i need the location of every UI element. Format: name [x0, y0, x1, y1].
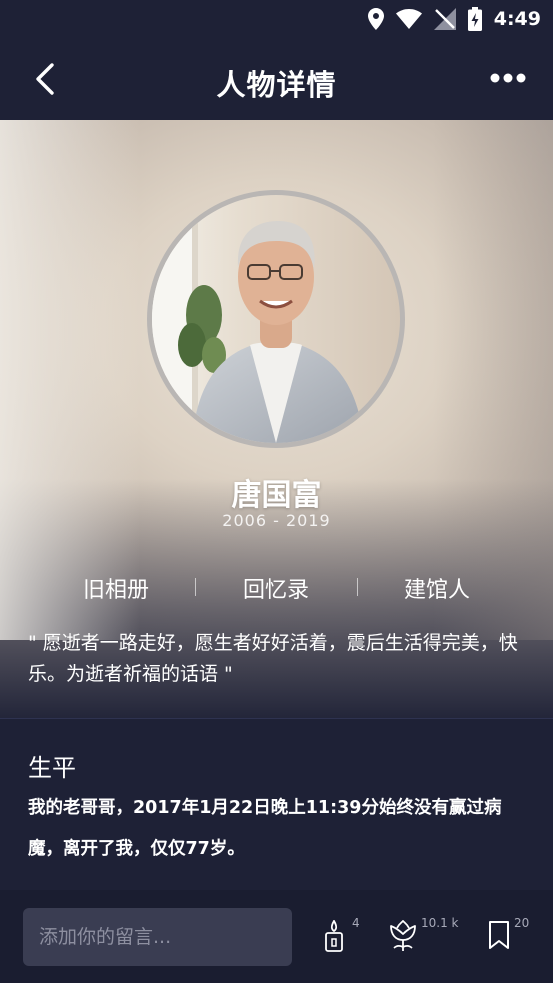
flower-icon — [390, 920, 416, 951]
tab-divider — [195, 578, 196, 596]
section-divider — [0, 718, 553, 719]
wifi-icon — [395, 9, 422, 29]
flower-count: 10.1 k — [421, 916, 459, 930]
flower-button[interactable]: 10.1 k — [389, 916, 469, 954]
candle-count: 4 — [352, 916, 360, 930]
tab-old-album[interactable]: 旧相册 — [41, 572, 191, 604]
candle-icon — [325, 920, 343, 952]
bookmark-count: 20 — [514, 916, 530, 930]
tab-founder[interactable]: 建馆人 — [362, 572, 512, 604]
bookmark-icon — [489, 921, 509, 949]
candle-button[interactable]: 4 — [322, 916, 362, 954]
person-name: 唐国富 — [231, 478, 322, 513]
no-signal-icon — [433, 8, 456, 30]
battery-charging-icon — [467, 7, 482, 31]
person-life-years: 2006 - 2019 — [222, 511, 331, 530]
more-options-icon[interactable] — [489, 66, 527, 90]
bottom-action-bar: 4 10.1 k 20 — [0, 890, 553, 983]
biography-title: 生平 — [28, 754, 76, 782]
avatar-frame — [147, 190, 405, 448]
profile-tabs: 旧相册 回忆录 建馆人 — [0, 568, 553, 608]
tab-memoir[interactable]: 回忆录 — [201, 572, 351, 604]
tab-divider — [357, 578, 358, 596]
page-title: 人物详情 — [216, 68, 337, 102]
status-bar: 4:49 — [0, 0, 553, 38]
status-icons: 4:49 — [367, 6, 541, 32]
memorial-quote: " 愿逝者一路走好，愿生者好好活着，震后生活得完美，快乐。为逝者祈福的话语 " — [28, 632, 518, 685]
bookmark-button[interactable]: 20 — [488, 916, 538, 954]
profile-hero: 唐国富 2006 - 2019 旧相册 回忆录 建馆人 " 愿逝者一路走好，愿生… — [0, 120, 553, 718]
location-icon — [367, 8, 384, 30]
biography-text: 我的老哥哥，2017年1月22日晚上11:39分始终没有赢过病魔，离开了我，仅仅… — [28, 798, 502, 859]
status-time: 4:49 — [493, 8, 541, 30]
nav-bar: 人物详情 — [0, 38, 553, 120]
avatar-photo[interactable] — [152, 195, 400, 443]
comment-input[interactable] — [23, 908, 292, 966]
